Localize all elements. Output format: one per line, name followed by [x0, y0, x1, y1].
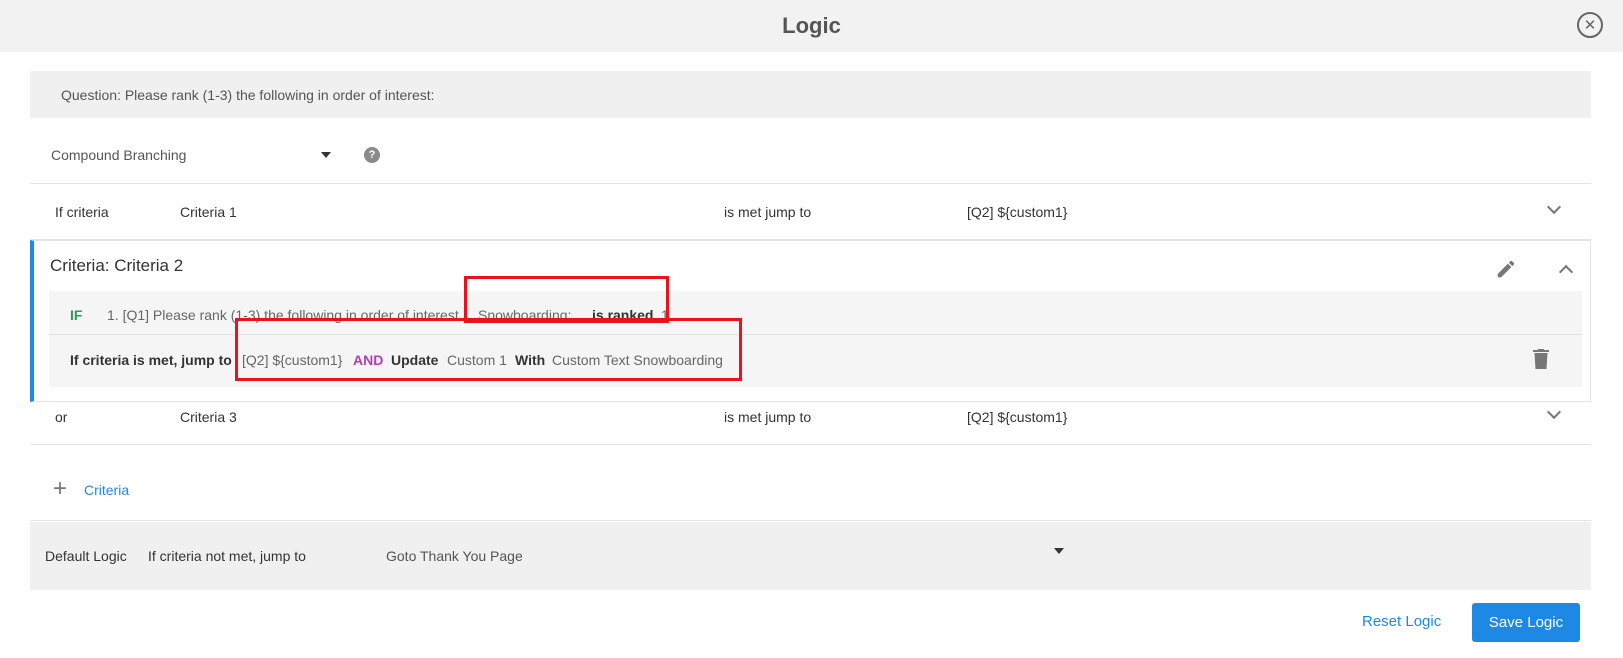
criteria-panel-title: Criteria: Criteria 2 [50, 256, 184, 275]
chevron-down-icon[interactable] [1546, 404, 1562, 420]
highlight-box-action [235, 318, 742, 381]
default-logic-target-select[interactable]: Goto Thank You Page [386, 548, 523, 564]
dialog-header: Logic ✕ [0, 0, 1623, 52]
if-keyword: IF [70, 307, 83, 323]
trash-icon[interactable] [1533, 349, 1549, 369]
then-label: If criteria is met, jump to [70, 352, 232, 368]
reset-logic-button[interactable]: Reset Logic [1362, 613, 1441, 630]
branching-type-select[interactable]: Compound Branching [51, 147, 186, 163]
highlight-box-answer [464, 276, 669, 323]
close-icon[interactable]: ✕ [1577, 12, 1603, 38]
criteria-prefix: or [55, 409, 68, 425]
chevron-down-icon[interactable] [1546, 199, 1562, 215]
criteria-row-1[interactable]: If criteria Criteria 1 is met jump to [Q… [30, 184, 1591, 240]
criteria-name: Criteria 1 [180, 204, 237, 220]
criteria-target: [Q2] ${custom1} [967, 204, 1068, 220]
plus-icon[interactable]: + [53, 477, 67, 501]
criteria-target: [Q2] ${custom1} [967, 409, 1068, 425]
chevron-up-icon[interactable] [1558, 264, 1574, 280]
criteria-prefix: If criteria [55, 204, 109, 220]
caret-down-icon[interactable] [321, 152, 331, 158]
question-text: Question: Please rank (1-3) the followin… [61, 86, 435, 103]
default-logic-label: Default Logic [45, 548, 127, 564]
default-logic-condition: If criteria not met, jump to [148, 548, 306, 564]
question-circle-icon[interactable]: ? [364, 147, 380, 163]
default-logic-row: Default Logic If criteria not met, jump … [30, 522, 1591, 590]
criteria-name: Criteria 3 [180, 409, 237, 425]
add-criteria-link[interactable]: Criteria [84, 482, 129, 498]
branching-row: Compound Branching ? [30, 126, 1591, 184]
save-logic-button[interactable]: Save Logic [1472, 603, 1580, 642]
criteria-met-label: is met jump to [724, 204, 812, 220]
caret-down-icon[interactable] [1054, 548, 1064, 554]
dialog-title: Logic [782, 13, 841, 38]
question-bar: Question: Please rank (1-3) the followin… [30, 71, 1591, 118]
add-criteria-row: + Criteria [30, 458, 1591, 521]
criteria-row-3[interactable]: or Criteria 3 is met jump to [Q2] ${cust… [30, 389, 1591, 445]
criteria-met-label: is met jump to [724, 409, 812, 425]
pencil-icon[interactable] [1495, 258, 1517, 280]
